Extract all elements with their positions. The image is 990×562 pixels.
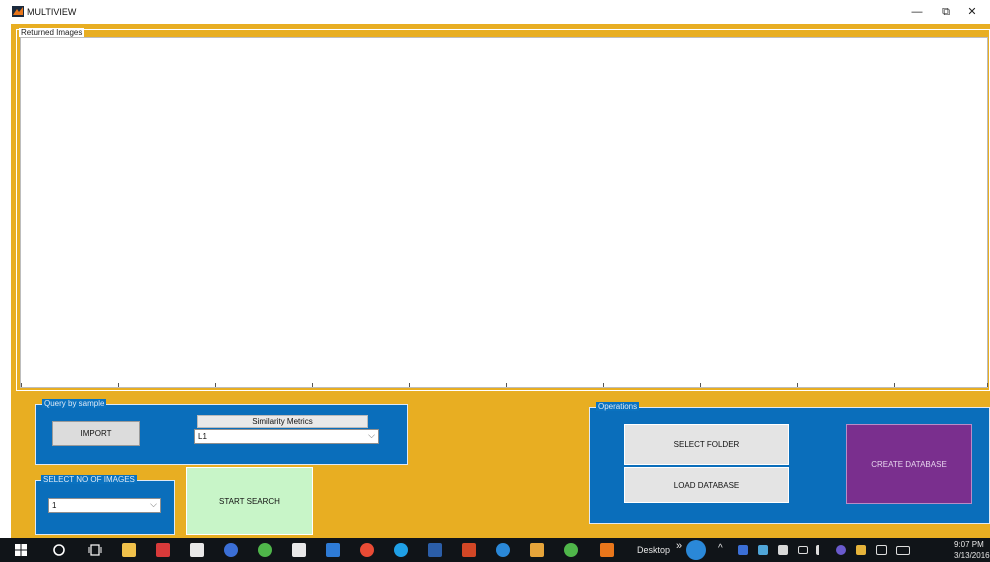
- similarity-metrics-value: L1: [198, 432, 207, 441]
- create-database-button[interactable]: CREATE DATABASE: [846, 424, 972, 504]
- task-view-icon[interactable]: [88, 544, 102, 556]
- volume-icon[interactable]: [816, 545, 828, 555]
- restore-button[interactable]: ⧉: [937, 4, 955, 20]
- clock-time[interactable]: 9:07 PM: [954, 540, 984, 549]
- image-count-value: 1: [52, 501, 57, 510]
- similarity-metrics-label: Similarity Metrics: [197, 415, 368, 428]
- window-title: MULTIVIEW: [27, 7, 77, 17]
- windows-taskbar: Desktop » ^ 9:07 PM 3/13/2016: [0, 538, 990, 562]
- windows-start-icon[interactable]: [15, 544, 27, 556]
- axis-tick: [312, 383, 313, 387]
- file-explorer-icon[interactable]: [122, 543, 136, 557]
- tray-icon[interactable]: [836, 545, 846, 555]
- app-icon[interactable]: [156, 543, 170, 557]
- chevron-down-icon: ⌵: [150, 499, 157, 509]
- axis-tick: [409, 383, 410, 387]
- select-no-of-images-panel: SELECT NO OF IMAGES 1 ⌵: [35, 475, 175, 535]
- battery-icon[interactable]: [798, 546, 808, 554]
- photos-icon[interactable]: [326, 543, 340, 557]
- import-button[interactable]: IMPORT: [52, 421, 140, 446]
- store-icon[interactable]: [292, 543, 306, 557]
- help-icon[interactable]: [496, 543, 510, 557]
- returned-images-panel: Returned Images: [16, 28, 990, 391]
- image-count-select[interactable]: 1 ⌵: [48, 498, 161, 513]
- start-search-button[interactable]: START SEARCH: [186, 467, 313, 535]
- operations-panel: Operations SELECT FOLDER LOAD DATABASE C…: [589, 402, 990, 524]
- keyboard-icon[interactable]: [896, 546, 910, 555]
- query-by-sample-title: Query by sample: [42, 399, 107, 408]
- matlab-icon[interactable]: [600, 543, 614, 557]
- search-icon[interactable]: [52, 543, 66, 557]
- notifications-icon[interactable]: [876, 545, 887, 555]
- help-icon[interactable]: [686, 540, 706, 560]
- figure-canvas: Returned Images Query by sample IMPORT S…: [11, 24, 990, 538]
- axis-tick: [987, 383, 988, 387]
- minimize-button[interactable]: —: [908, 4, 926, 20]
- overflow-chevron-icon[interactable]: »: [676, 540, 682, 552]
- axis-tick: [797, 383, 798, 387]
- word-icon[interactable]: [428, 543, 442, 557]
- axis-tick: [894, 383, 895, 387]
- similarity-metrics-select[interactable]: L1 ⌵: [194, 429, 379, 444]
- utorrent-icon[interactable]: [258, 543, 272, 557]
- select-folder-button[interactable]: SELECT FOLDER: [624, 424, 789, 465]
- powerpoint-icon[interactable]: [462, 543, 476, 557]
- clock-date[interactable]: 3/13/2016: [954, 551, 990, 560]
- returned-images-title: Returned Images: [19, 28, 85, 37]
- skype-icon[interactable]: [394, 543, 408, 557]
- close-button[interactable]: ✕: [963, 4, 981, 20]
- axis-tick: [700, 383, 701, 387]
- axis-tick: [215, 383, 216, 387]
- itunes-icon[interactable]: [224, 543, 238, 557]
- chrome-icon[interactable]: [360, 543, 374, 557]
- load-database-button[interactable]: LOAD DATABASE: [624, 467, 789, 503]
- desktop-toolbar-label[interactable]: Desktop: [637, 545, 670, 555]
- axis-tick: [506, 383, 507, 387]
- utorrent-icon[interactable]: [564, 543, 578, 557]
- matlab-icon: [12, 6, 24, 17]
- axis-tick: [21, 383, 22, 387]
- select-no-of-images-title: SELECT NO OF IMAGES: [41, 475, 137, 484]
- tray-icon[interactable]: [758, 545, 768, 555]
- tray-icon[interactable]: [778, 545, 788, 555]
- query-by-sample-panel: Query by sample IMPORT Similarity Metric…: [35, 399, 408, 465]
- wifi-icon[interactable]: [856, 545, 866, 555]
- app-icon[interactable]: [530, 543, 544, 557]
- mail-icon[interactable]: [190, 543, 204, 557]
- chevron-down-icon: ⌵: [368, 430, 375, 440]
- tray-icon[interactable]: [738, 545, 748, 555]
- title-bar: MULTIVIEW — ⧉ ✕: [0, 0, 990, 24]
- returned-images-axes: [20, 37, 988, 388]
- chevron-up-icon[interactable]: ^: [718, 543, 723, 554]
- operations-title: Operations: [596, 402, 640, 411]
- axis-tick: [118, 383, 119, 387]
- axis-tick: [603, 383, 604, 387]
